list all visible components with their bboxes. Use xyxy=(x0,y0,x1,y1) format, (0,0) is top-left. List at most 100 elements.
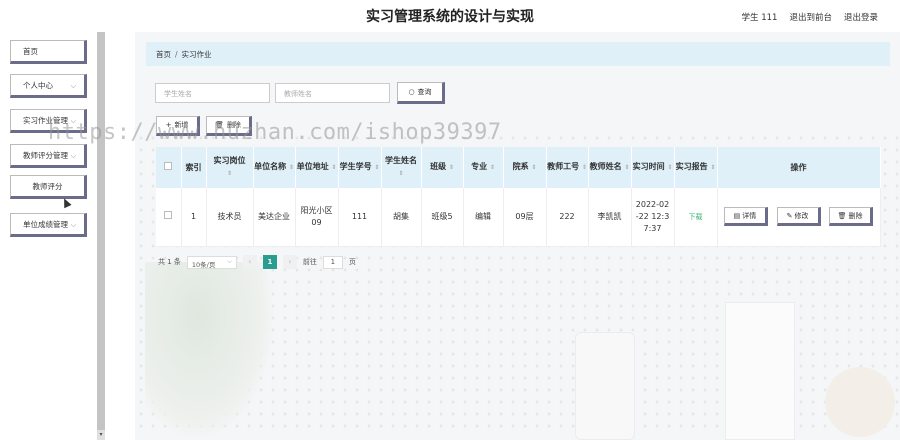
top-bar: 实习管理系统的设计与实现 学生 111 退出到前台 退出登录 xyxy=(0,0,900,32)
logout-link[interactable]: 退出登录 xyxy=(844,11,878,23)
trash-icon: 🗑 xyxy=(837,211,847,220)
column-header-time[interactable]: 实习时间 ⇕ xyxy=(631,147,675,188)
pagination: 共 1 条 10条/页 ⌵ ‹ 1 › 前往 1 页 xyxy=(158,255,356,269)
sidebar-item-label: 首页 xyxy=(23,46,38,56)
cell-major: 编辑 xyxy=(463,188,504,247)
column-header-position[interactable]: 实习岗位 ⇕ xyxy=(206,147,254,188)
add-button[interactable]: + 新增 xyxy=(156,116,200,136)
cell-actions: ▤ 详情 ✎ 修改 🗑 删除 xyxy=(717,188,881,247)
sort-icon[interactable]: ⇕ xyxy=(667,164,672,171)
sort-icon[interactable]: ⇕ xyxy=(449,164,454,171)
table-header-row: 索引 实习岗位 ⇕ 单位名称 ⇕ 单位地址 ⇕ 学生学号 ⇕ 学生姓名 ⇕ 班级 … xyxy=(156,147,881,188)
row-delete-button[interactable]: 🗑 删除 xyxy=(829,207,874,227)
document-icon: ▤ xyxy=(733,211,741,220)
cell-report: 下载 xyxy=(674,188,718,247)
chevron-down-icon: ⌵ xyxy=(70,221,76,229)
edit-button[interactable]: ✎ 修改 xyxy=(776,207,821,227)
sidebar-subitem-teacher-score[interactable]: 教师评分 xyxy=(10,175,87,199)
plant-decoration xyxy=(145,262,275,440)
sidebar-item-internship-homework[interactable]: 实习作业管理 ⌵ xyxy=(10,109,87,133)
prev-page-icon[interactable]: ‹ xyxy=(242,255,257,269)
sort-icon[interactable]: ⇕ xyxy=(398,170,403,177)
sort-icon[interactable]: ⇕ xyxy=(374,164,379,171)
column-header-department[interactable]: 院系 ⇕ xyxy=(503,147,547,188)
sidebar-item-personal-center[interactable]: 个人中心 ⌵ xyxy=(10,74,87,98)
sphere-decoration xyxy=(825,367,895,437)
sidebar-scrollbar[interactable] xyxy=(97,32,105,440)
column-header-address[interactable]: 单位地址 ⇕ xyxy=(295,147,339,188)
student-name-input[interactable]: 学生姓名 xyxy=(155,83,270,103)
goto-page-input[interactable]: 1 xyxy=(322,255,343,269)
teacher-name-input[interactable]: 教师姓名 xyxy=(275,83,390,103)
breadcrumb-home[interactable]: 首页 xyxy=(156,50,171,59)
total-count: 共 1 条 xyxy=(158,258,181,266)
select-all-column[interactable] xyxy=(156,147,182,188)
sidebar-item-home[interactable]: 首页 xyxy=(10,40,87,64)
table-row: 1 技术员 美达企业 阳光小区09 111 胡集 班级5 编辑 09层 222 … xyxy=(156,188,881,247)
sidebar-item-label: 教师评分 xyxy=(32,181,63,191)
sort-icon[interactable]: ⇕ xyxy=(331,164,336,171)
detail-button[interactable]: ▤ 详情 xyxy=(723,207,768,227)
current-user: 学生 111 xyxy=(741,13,778,23)
sidebar-item-company-score-mgmt[interactable]: 单位成绩管理 ⌵ xyxy=(10,213,87,237)
sort-icon[interactable]: ⇕ xyxy=(582,164,587,171)
column-header-major[interactable]: 专业 ⇕ xyxy=(463,147,504,188)
top-links: 学生 111 退出到前台 退出登录 xyxy=(742,11,878,23)
sort-icon[interactable]: ⇕ xyxy=(289,164,294,171)
next-page-icon[interactable]: › xyxy=(282,255,297,269)
cell-index: 1 xyxy=(181,188,207,247)
back-to-frontend-link[interactable]: 退出到前台 xyxy=(789,11,832,23)
cell-company: 美达企业 xyxy=(253,188,296,247)
sidebar-item-label: 个人中心 xyxy=(23,80,53,90)
homework-table: 索引 实习岗位 ⇕ 单位名称 ⇕ 单位地址 ⇕ 学生学号 ⇕ 学生姓名 ⇕ 班级 … xyxy=(156,147,881,247)
sort-icon[interactable]: ⇕ xyxy=(227,170,232,177)
search-icon: ○ xyxy=(408,88,415,96)
column-header-student-no[interactable]: 学生学号 ⇕ xyxy=(338,147,382,188)
sort-icon[interactable]: ⇕ xyxy=(531,164,536,171)
column-header-teacher-name[interactable]: 教师姓名 ⇕ xyxy=(588,147,632,188)
sidebar-item-label: 实习作业管理 xyxy=(23,115,68,125)
page-suffix: 页 xyxy=(348,258,356,266)
chevron-down-icon: ⌵ xyxy=(70,152,76,160)
trash-icon: 🗑 xyxy=(215,121,224,129)
column-header-company[interactable]: 单位名称 ⇕ xyxy=(253,147,296,188)
column-header-report[interactable]: 实习报告 ⇕ xyxy=(674,147,718,188)
sort-icon[interactable]: ⇕ xyxy=(490,164,495,171)
row-checkbox[interactable] xyxy=(164,210,173,219)
row-select-cell[interactable] xyxy=(156,188,182,247)
cell-class: 班级5 xyxy=(421,188,464,247)
search-button-label: 查询 xyxy=(417,88,432,96)
page-size-select[interactable]: 10条/页 ⌵ xyxy=(186,255,237,269)
chevron-down-icon: ⌵ xyxy=(227,257,232,265)
pencil-icon: ✎ xyxy=(786,211,793,220)
sort-icon[interactable]: ⇕ xyxy=(710,164,715,171)
column-header-index[interactable]: 索引 xyxy=(181,147,207,188)
select-all-checkbox[interactable] xyxy=(164,161,173,170)
plus-icon: + xyxy=(165,121,172,129)
column-header-teacher-no[interactable]: 教师工号 ⇕ xyxy=(546,147,589,188)
column-header-student-name[interactable]: 学生姓名 ⇕ xyxy=(381,147,422,188)
cell-department: 09层 xyxy=(503,188,547,247)
sidebar-item-label: 单位成绩管理 xyxy=(23,219,68,229)
goto-label: 前往 xyxy=(302,258,317,266)
vase-decoration xyxy=(575,332,635,440)
column-header-class[interactable]: 班级 ⇕ xyxy=(421,147,464,188)
sort-icon[interactable]: ⇕ xyxy=(624,164,629,171)
breadcrumb: 首页 / 实习作业 xyxy=(146,42,890,66)
cell-student-no: 111 xyxy=(338,188,382,247)
download-report-link[interactable]: 下载 xyxy=(689,213,703,221)
search-button[interactable]: ○ 查询 xyxy=(397,82,445,104)
scroll-down-arrow-icon[interactable]: ▾ xyxy=(97,430,105,440)
cell-position: 技术员 xyxy=(206,188,254,247)
bulk-delete-button[interactable]: 🗑 删除 xyxy=(206,116,252,136)
cell-teacher-name: 李凯凯 xyxy=(588,188,632,247)
current-page-button[interactable]: 1 xyxy=(262,255,277,269)
sidebar-item-teacher-score-mgmt[interactable]: 教师评分管理 ⌵ xyxy=(10,144,87,168)
cell-teacher-no: 222 xyxy=(546,188,589,247)
cell-student-name: 胡集 xyxy=(381,188,422,247)
breadcrumb-separator: / xyxy=(175,50,178,59)
cell-time: 2022-02-22 12:37:37 xyxy=(631,188,675,247)
delete-button-label: 删除 xyxy=(226,121,241,129)
chevron-down-icon: ⌵ xyxy=(70,82,76,90)
cell-address: 阳光小区09 xyxy=(295,188,339,247)
